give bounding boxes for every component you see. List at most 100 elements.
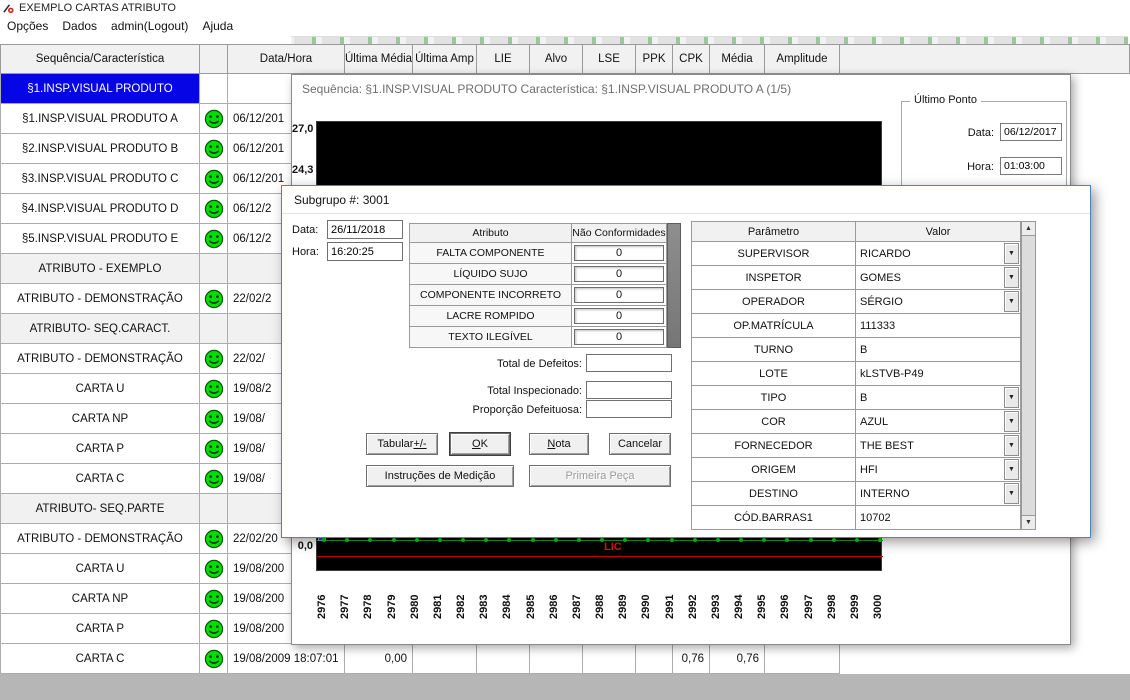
row-label[interactable]: CARTA NP bbox=[0, 584, 200, 614]
column-header-cpk[interactable]: CPK bbox=[673, 44, 710, 74]
total-inspected-input[interactable] bbox=[586, 381, 672, 399]
ok-button[interactable]: OK bbox=[450, 433, 510, 455]
cancel-button[interactable]: Cancelar bbox=[609, 433, 671, 455]
menu-item-op-es[interactable]: Opções bbox=[0, 17, 55, 35]
data-point[interactable] bbox=[785, 538, 789, 542]
column-header-m-dia[interactable]: Média bbox=[710, 44, 765, 74]
parameter-combobox[interactable]: INTERNO▼ bbox=[856, 482, 1021, 506]
row-label[interactable]: CARTA C bbox=[0, 644, 200, 674]
dropdown-arrow-icon[interactable]: ▼ bbox=[1004, 267, 1019, 288]
data-point[interactable] bbox=[438, 538, 442, 542]
parameter-value-input[interactable]: kLSTVB-P49 bbox=[856, 362, 1021, 386]
parameter-value-input[interactable]: 111333 bbox=[856, 314, 1021, 338]
total-defects-input[interactable] bbox=[586, 354, 672, 372]
scroll-down-icon[interactable]: ▼ bbox=[1022, 515, 1035, 529]
data-point[interactable] bbox=[739, 538, 743, 542]
data-point[interactable] bbox=[855, 538, 859, 542]
data-point[interactable] bbox=[415, 538, 419, 542]
row-label[interactable]: CARTA U bbox=[0, 554, 200, 584]
menu-item-admin-logout[interactable]: admin(Logout) bbox=[104, 17, 195, 35]
row-label[interactable]: §1.INSP.VISUAL PRODUTO A bbox=[0, 104, 200, 134]
row-label[interactable]: ATRIBUTO - EXEMPLO bbox=[0, 254, 200, 284]
dropdown-arrow-icon[interactable]: ▼ bbox=[1004, 435, 1019, 456]
dropdown-arrow-icon[interactable]: ▼ bbox=[1004, 243, 1019, 264]
column-header-alvo[interactable]: Alvo bbox=[530, 44, 583, 74]
row-label[interactable]: ATRIBUTO- SEQ.CARACT. bbox=[0, 314, 200, 344]
data-point[interactable] bbox=[762, 538, 766, 542]
data-point[interactable] bbox=[577, 538, 581, 542]
data-point[interactable] bbox=[670, 538, 674, 542]
parameter-combobox[interactable]: GOMES▼ bbox=[856, 266, 1021, 290]
row-label[interactable]: CARTA C bbox=[0, 464, 200, 494]
dropdown-arrow-icon[interactable]: ▼ bbox=[1004, 483, 1019, 504]
data-point[interactable] bbox=[484, 538, 488, 542]
defective-proportion-input[interactable] bbox=[586, 400, 672, 418]
row-label[interactable]: CARTA P bbox=[0, 434, 200, 464]
row-label[interactable]: CARTA P bbox=[0, 614, 200, 644]
parameter-combobox[interactable]: HFI▼ bbox=[856, 458, 1021, 482]
parameter-table-scrollbar[interactable]: ▲ ▼ bbox=[1021, 221, 1036, 530]
row-label[interactable]: §3.INSP.VISUAL PRODUTO C bbox=[0, 164, 200, 194]
parameter-combobox[interactable]: RICARDO▼ bbox=[856, 242, 1021, 266]
column-header-ltima-amp[interactable]: Última Amp bbox=[413, 44, 477, 74]
data-point[interactable] bbox=[392, 538, 396, 542]
column-header-sequ-ncia-caracter-stica[interactable]: Sequência/Característica bbox=[0, 44, 200, 74]
data-point[interactable] bbox=[716, 538, 720, 542]
data-point[interactable] bbox=[693, 538, 697, 542]
row-label[interactable]: ATRIBUTO- SEQ.PARTE bbox=[0, 494, 200, 524]
nonconformity-count-input[interactable]: 0 bbox=[574, 308, 664, 324]
parameter-combobox[interactable]: B▼ bbox=[856, 386, 1021, 410]
data-point[interactable] bbox=[878, 538, 882, 542]
parameter-value-input[interactable]: 10702 bbox=[856, 506, 1021, 530]
column-header-ltima-m-dia[interactable]: Última Média bbox=[345, 44, 413, 74]
dropdown-arrow-icon[interactable]: ▼ bbox=[1004, 291, 1019, 312]
nota-button[interactable]: Nota bbox=[529, 433, 589, 455]
tabular-button[interactable]: Tabular +/- bbox=[366, 433, 438, 455]
nonconformity-count-input[interactable]: 0 bbox=[574, 266, 664, 282]
column-header-lse[interactable]: LSE bbox=[583, 44, 636, 74]
row-label[interactable]: §5.INSP.VISUAL PRODUTO E bbox=[0, 224, 200, 254]
parameter-combobox[interactable]: SÉRGIO▼ bbox=[856, 290, 1021, 314]
row-label[interactable]: ATRIBUTO - DEMONSTRAÇÃO bbox=[0, 344, 200, 374]
data-point[interactable] bbox=[832, 538, 836, 542]
table-row[interactable]: CARTA C19/08/2009 18:07:010,000,760,76 bbox=[0, 644, 840, 674]
data-point[interactable] bbox=[322, 538, 326, 542]
menu-item-dados[interactable]: Dados bbox=[55, 17, 104, 35]
data-point[interactable] bbox=[554, 538, 558, 542]
nonconformity-count-input[interactable]: 0 bbox=[574, 287, 664, 303]
row-label[interactable]: ATRIBUTO - DEMONSTRAÇÃO bbox=[0, 524, 200, 554]
row-label[interactable]: §4.INSP.VISUAL PRODUTO D bbox=[0, 194, 200, 224]
row-label[interactable]: CARTA NP bbox=[0, 404, 200, 434]
row-label[interactable]: ATRIBUTO - DEMONSTRAÇÃO bbox=[0, 284, 200, 314]
data-point[interactable] bbox=[507, 538, 511, 542]
parameter-value-input[interactable]: B bbox=[856, 338, 1021, 362]
data-point[interactable] bbox=[345, 538, 349, 542]
parameter-combobox[interactable]: THE BEST▼ bbox=[856, 434, 1021, 458]
row-label[interactable]: §1.INSP.VISUAL PRODUTO bbox=[0, 74, 200, 104]
subgroup-time-input[interactable] bbox=[327, 242, 403, 261]
data-point[interactable] bbox=[461, 538, 465, 542]
menu-item-ajuda[interactable]: Ajuda bbox=[195, 17, 240, 35]
row-label[interactable]: §2.INSP.VISUAL PRODUTO B bbox=[0, 134, 200, 164]
nonconformity-count-input[interactable]: 0 bbox=[574, 245, 664, 261]
data-point[interactable] bbox=[531, 538, 535, 542]
subgroup-date-input[interactable] bbox=[327, 220, 403, 239]
data-point[interactable] bbox=[809, 538, 813, 542]
nonconformity-count-input[interactable]: 0 bbox=[574, 329, 664, 345]
column-header-lie[interactable]: LIE bbox=[477, 44, 530, 74]
data-point[interactable] bbox=[600, 538, 604, 542]
dropdown-arrow-icon[interactable]: ▼ bbox=[1004, 387, 1019, 408]
column-header-amplitude[interactable]: Amplitude bbox=[765, 44, 840, 74]
data-point[interactable] bbox=[623, 538, 627, 542]
data-point[interactable] bbox=[646, 538, 650, 542]
attribute-table-scrollbar[interactable] bbox=[667, 223, 681, 348]
column-header-ppk[interactable]: PPK bbox=[636, 44, 673, 74]
scroll-up-icon[interactable]: ▲ bbox=[1022, 222, 1035, 236]
dropdown-arrow-icon[interactable]: ▼ bbox=[1004, 459, 1019, 480]
data-point[interactable] bbox=[368, 538, 372, 542]
dropdown-arrow-icon[interactable]: ▼ bbox=[1004, 411, 1019, 432]
measurement-instructions-button[interactable]: Instruções de Medição bbox=[366, 465, 514, 487]
column-header-data-hora[interactable]: Data/Hora bbox=[228, 44, 345, 74]
row-label[interactable]: CARTA U bbox=[0, 374, 200, 404]
column-header-status[interactable] bbox=[200, 44, 228, 74]
